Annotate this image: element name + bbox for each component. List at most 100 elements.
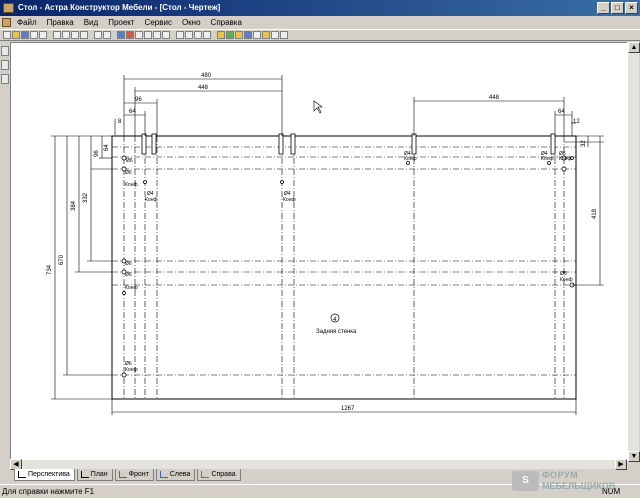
title-bar: Стол - Астра Конструктор Мебели - [Стол … bbox=[0, 0, 640, 16]
svg-text:Конф: Конф bbox=[125, 182, 138, 188]
tab-right[interactable]: Справа bbox=[197, 469, 241, 481]
tab-perspective[interactable]: Перспектива bbox=[14, 469, 75, 481]
drawing-svg: Ø6 Ø6 Конф Ø4 Конф Ø4 Конф Ø4 Конф Ø4 Ко… bbox=[47, 73, 604, 415]
vertical-scrollbar[interactable]: ▲ ▼ bbox=[627, 42, 640, 462]
tab-left[interactable]: Слева bbox=[155, 469, 196, 481]
menu-window[interactable]: Окно bbox=[177, 16, 206, 29]
svg-text:Конф: Конф bbox=[283, 197, 296, 203]
svg-text:12: 12 bbox=[573, 119, 580, 125]
undo-icon[interactable] bbox=[94, 31, 102, 39]
lock-icon[interactable] bbox=[253, 31, 261, 39]
paste-icon[interactable] bbox=[71, 31, 79, 39]
svg-text:Конф: Конф bbox=[125, 285, 138, 291]
redo-icon[interactable] bbox=[103, 31, 111, 39]
axis-tool-icon[interactable] bbox=[1, 46, 9, 56]
mouse-cursor-icon bbox=[313, 100, 323, 114]
right-view-icon bbox=[201, 471, 210, 478]
left-toolbar bbox=[0, 42, 10, 462]
axis-tool-2-icon[interactable] bbox=[1, 60, 9, 70]
left-dim-labels: 734 670 384 332 96 64 bbox=[47, 144, 110, 275]
open-icon[interactable] bbox=[12, 31, 20, 39]
plan-icon bbox=[80, 471, 89, 478]
svg-text:8: 8 bbox=[118, 119, 122, 125]
print-icon[interactable] bbox=[39, 31, 47, 39]
forum-watermark: S ФОРУМ МЕБЕЛЬЩИКОВ bbox=[512, 468, 640, 494]
view-shade-icon[interactable] bbox=[226, 31, 234, 39]
hole-labels: Ø6 Ø6 Конф Ø4 Конф Ø4 Конф Ø4 Конф Ø4 Ко… bbox=[125, 151, 573, 373]
svg-text:448: 448 bbox=[198, 85, 209, 91]
svg-text:64: 64 bbox=[129, 109, 136, 115]
svg-text:Ø6: Ø6 bbox=[125, 170, 132, 176]
svg-text:Конф: Конф bbox=[125, 367, 138, 373]
dimension-tool-icon[interactable] bbox=[1, 74, 9, 84]
forum-logo: S bbox=[512, 471, 539, 491]
scroll-up-button[interactable]: ▲ bbox=[628, 42, 640, 53]
window-title: Стол - Астра Конструктор Мебели - [Стол … bbox=[18, 3, 221, 12]
sum-icon[interactable] bbox=[153, 31, 161, 39]
svg-text:480: 480 bbox=[201, 73, 212, 79]
svg-text:Ø6: Ø6 bbox=[125, 272, 132, 278]
bottom-dim-label: 1267 bbox=[341, 406, 355, 412]
center-lines bbox=[112, 136, 576, 399]
menu-help[interactable]: Справка bbox=[206, 16, 247, 29]
menu-edit[interactable]: Правка bbox=[42, 16, 79, 29]
menu-service[interactable]: Сервис bbox=[140, 16, 177, 29]
svg-text:32: 32 bbox=[581, 140, 587, 147]
delete-icon[interactable] bbox=[80, 31, 88, 39]
material-icon[interactable] bbox=[262, 31, 270, 39]
help-icon[interactable] bbox=[280, 31, 288, 39]
status-text: Для справки нажмите F1 bbox=[2, 487, 95, 496]
right-dim-labels: 418 32 bbox=[581, 140, 598, 219]
cut-list-icon[interactable] bbox=[135, 31, 143, 39]
svg-text:64: 64 bbox=[558, 109, 565, 115]
svg-text:418: 418 bbox=[592, 208, 598, 219]
top-dim-labels: 480 448 96 64 8 448 64 12 bbox=[118, 73, 580, 125]
view-box-icon[interactable] bbox=[217, 31, 225, 39]
top-dimensions bbox=[114, 75, 576, 136]
report-icon[interactable] bbox=[126, 31, 134, 39]
app-icon bbox=[3, 3, 14, 13]
settings-icon[interactable] bbox=[271, 31, 279, 39]
zoom-icon[interactable] bbox=[176, 31, 184, 39]
save-icon[interactable] bbox=[21, 31, 29, 39]
svg-text:96: 96 bbox=[135, 97, 142, 103]
menu-project[interactable]: Проект bbox=[103, 16, 139, 29]
svg-text:Конф: Конф bbox=[559, 156, 572, 162]
back-panel-outline bbox=[111, 135, 577, 400]
list-icon[interactable] bbox=[162, 31, 170, 39]
watermark-line1: ФОРУМ bbox=[542, 470, 579, 480]
scroll-down-button[interactable]: ▼ bbox=[628, 451, 640, 462]
svg-text:Конф: Конф bbox=[560, 277, 573, 283]
menu-file[interactable]: Файл bbox=[12, 16, 42, 29]
drawing-canvas[interactable]: Ø6 Ø6 Конф Ø4 Конф Ø4 Конф Ø4 Конф Ø4 Ко… bbox=[10, 42, 634, 462]
svg-text:Конф: Конф bbox=[541, 156, 554, 162]
view-3d-icon[interactable] bbox=[244, 31, 252, 39]
tab-plan[interactable]: План bbox=[76, 469, 113, 481]
new-icon[interactable] bbox=[3, 31, 11, 39]
minimize-button[interactable]: _ bbox=[597, 2, 610, 14]
table-icon[interactable] bbox=[117, 31, 125, 39]
svg-text:384: 384 bbox=[71, 200, 77, 211]
svg-text:Конф: Конф bbox=[145, 197, 158, 203]
svg-text:332: 332 bbox=[83, 192, 89, 203]
svg-text:Ø6: Ø6 bbox=[126, 158, 133, 164]
copy-icon[interactable] bbox=[62, 31, 70, 39]
close-button[interactable]: × bbox=[625, 2, 638, 14]
fit-icon[interactable] bbox=[203, 31, 211, 39]
view-render-icon[interactable] bbox=[235, 31, 243, 39]
zoom-out-icon[interactable] bbox=[194, 31, 202, 39]
cut-icon[interactable] bbox=[53, 31, 61, 39]
svg-text:734: 734 bbox=[47, 264, 53, 275]
menu-view[interactable]: Вид bbox=[79, 16, 103, 29]
tree-icon[interactable] bbox=[144, 31, 152, 39]
maximize-button[interactable]: □ bbox=[611, 2, 624, 14]
toolbar bbox=[0, 29, 640, 41]
print-preview-icon[interactable] bbox=[30, 31, 38, 39]
svg-text:Конф: Конф bbox=[404, 156, 417, 162]
svg-text:64: 64 bbox=[104, 144, 110, 151]
left-view-icon bbox=[159, 471, 168, 478]
left-dimensions bbox=[51, 135, 112, 400]
menu-bar: Файл Правка Вид Проект Сервис Окно Справ… bbox=[0, 16, 640, 29]
tab-front[interactable]: Фронт bbox=[114, 469, 154, 481]
zoom-in-icon[interactable] bbox=[185, 31, 193, 39]
